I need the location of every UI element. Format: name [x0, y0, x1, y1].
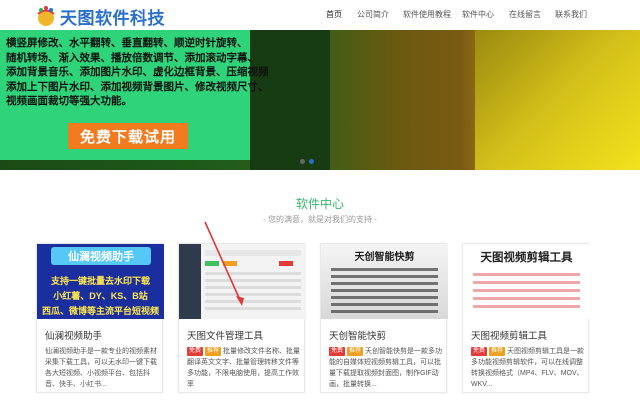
page: 天图软件科技 首页 公司简介 软件使用教程 软件中心 在线留言 联系我们 横竖屏…	[0, 0, 640, 406]
banner-feature-panel: 横竖屏修改、水平翻转、垂直翻转、顺逆时针旋转、 随机转场、渐入效果、播放倍数调节…	[0, 30, 269, 160]
product-description: 免费 推荐 天创智能快剪是一款多功能的自媒体短视频剪辑工具，可以批量下载提取视频封面…	[329, 346, 443, 390]
banner-line: 视频画面裁切等强大功能。	[6, 95, 132, 107]
nav-item-message[interactable]: 在线留言	[509, 9, 541, 20]
product-card-tianchuang[interactable]: 天创智能快剪 天创智能快剪 免费 推荐 天创智能快剪是一款多功能的自媒体短视频剪辑工…	[320, 243, 448, 393]
banner-line: 随机转场、渐入效果、播放倍数调节、添加滚动字幕、	[6, 51, 258, 64]
thumb-text-graphic	[331, 275, 438, 278]
thumb-text-graphic	[331, 296, 438, 299]
section-subtitle: - 您的满意，就是对我们的支持 -	[263, 215, 377, 224]
carousel-dots	[300, 159, 314, 164]
thumb-line: 西瓜、微博等主流平台短视频	[41, 306, 159, 316]
site-header: 天图软件科技 首页 公司简介 软件使用教程 软件中心 在线留言 联系我们	[0, 0, 640, 30]
product-title[interactable]: 天图文件管理工具	[187, 328, 263, 342]
product-thumbnail[interactable]	[179, 244, 306, 319]
banner-line: 横竖屏修改、水平翻转、垂直翻转、顺逆时针旋转、	[6, 37, 248, 49]
app-row-graphic	[205, 293, 301, 296]
banner-dark-band	[250, 30, 330, 170]
app-row-graphic	[205, 307, 301, 310]
nav-item-about[interactable]: 公司简介	[357, 9, 389, 20]
product-thumbnail[interactable]: 仙澜视频助手 支持一键批量去水印下载 小红薯、DY、KS、B站 西瓜、微博等主流…	[37, 244, 164, 319]
free-badge: 免费	[329, 347, 346, 356]
thumb-line: 支持一键批量去水印下载	[50, 276, 150, 286]
thumb-line: 小红薯、DY、KS、B站	[53, 291, 148, 301]
free-badge: 免费	[187, 347, 204, 356]
app-toolbar-graphic	[205, 250, 301, 256]
thumb-text-graphic	[331, 282, 438, 285]
app-row-graphic	[205, 279, 301, 282]
nav-item-home[interactable]: 首页	[326, 9, 342, 20]
product-thumbnail[interactable]: 天创智能快剪	[321, 244, 448, 319]
recommend-badge: 推荐	[489, 347, 506, 356]
nav-item-software[interactable]: 软件中心	[462, 9, 494, 20]
banner-line: 添加背景音乐、添加图片水印、虚化边框背景、压缩视频	[6, 66, 269, 78]
thumb-title: 仙澜视频助手	[51, 247, 151, 265]
app-button-graphic	[205, 261, 219, 266]
thumb-text-graphic	[473, 297, 580, 300]
app-button-graphic	[223, 261, 237, 266]
thumb-title: 天图视频剪辑工具	[480, 252, 573, 264]
product-card-file-manager[interactable]: 天图文件管理工具 免费 推荐 批量修改文件名称、批量翻译英文文字、批量管理转移文件等…	[178, 243, 306, 393]
nav-item-contact[interactable]: 联系我们	[555, 9, 587, 20]
main-nav: 首页 公司简介 软件使用教程 软件中心 在线留言 联系我们	[0, 9, 640, 23]
banner-line: 添加上下图片水印、添加视频背景图片、修改视频尺寸、	[6, 80, 269, 93]
product-description-text: 天创智能快剪是一款多功能的自媒体短视频剪辑工具，可以批量下载提取视频封面图，制作…	[329, 348, 443, 388]
product-thumbnail[interactable]: 天图视频剪辑工具	[463, 244, 590, 319]
nav-item-tutorials[interactable]: 软件使用教程	[403, 9, 451, 20]
thumb-title: 天创智能快剪	[354, 252, 415, 263]
carousel-dot-active[interactable]	[309, 159, 314, 164]
thumb-text-graphic	[331, 289, 438, 292]
recommend-badge: 推荐	[205, 347, 222, 356]
product-title[interactable]: 天创智能快剪	[329, 328, 386, 342]
free-download-button[interactable]: 免费下载试用	[68, 123, 188, 149]
recommend-badge: 推荐	[347, 347, 364, 356]
product-description-text: 天图视频剪辑工具是一款多功能视频剪辑软件，可以在线调整转换视频格式（MP4、FL…	[471, 348, 585, 388]
product-description: 免费 推荐 批量修改文件名称、批量翻译英文文字、批量管理转移文件等多功能，不限电脑使…	[187, 346, 301, 390]
app-sidebar-graphic	[179, 244, 201, 319]
thumb-text-graphic	[473, 289, 580, 292]
thumb-text-graphic	[331, 303, 438, 306]
product-description: 免费 推荐 天图视频剪辑工具是一款多功能视频剪辑软件，可以在线调整转换视频格式（MP…	[471, 346, 585, 390]
app-row-graphic	[205, 300, 301, 303]
app-row-graphic	[205, 286, 301, 289]
product-description-text: 批量修改文件名称、批量翻译英文文字、批量管理转移文件等多功能，不限电脑使用，提高…	[187, 348, 301, 388]
product-title[interactable]: 仙澜视频助手	[45, 328, 102, 342]
banner-yellow-panel	[475, 30, 640, 170]
product-card-xianlan[interactable]: 仙澜视频助手 支持一键批量去水印下载 小红薯、DY、KS、B站 西瓜、微博等主流…	[36, 243, 164, 393]
thumb-text-graphic	[331, 310, 438, 313]
free-badge: 免费	[471, 347, 488, 356]
app-row-graphic	[205, 272, 301, 275]
banner-feature-text: 横竖屏修改、水平翻转、垂直翻转、顺逆时针旋转、 随机转场、渐入效果、播放倍数调节…	[6, 36, 269, 109]
thumb-text-graphic	[473, 273, 580, 276]
section-title: 软件中心	[295, 197, 344, 211]
thumb-text-graphic	[331, 268, 438, 271]
product-title[interactable]: 天图视频剪辑工具	[471, 328, 547, 342]
app-button-graphic	[279, 261, 293, 266]
thumb-text-graphic	[473, 281, 580, 284]
product-card-video-editor[interactable]: 天图视频剪辑工具 天图视频剪辑工具 免费 推荐 天图视频剪辑工具是一款多功能视频剪辑…	[462, 243, 590, 393]
thumb-text-graphic	[473, 305, 580, 308]
product-description: 仙澜视频助手是一款专业的视频素材采集下载工具，可以无水印一键下载各大短视频、小视…	[45, 348, 157, 388]
carousel-dot[interactable]	[300, 159, 305, 164]
hero-banner[interactable]: 横竖屏修改、水平翻转、垂直翻转、顺逆时针旋转、 随机转场、渐入效果、播放倍数调节…	[0, 30, 640, 170]
